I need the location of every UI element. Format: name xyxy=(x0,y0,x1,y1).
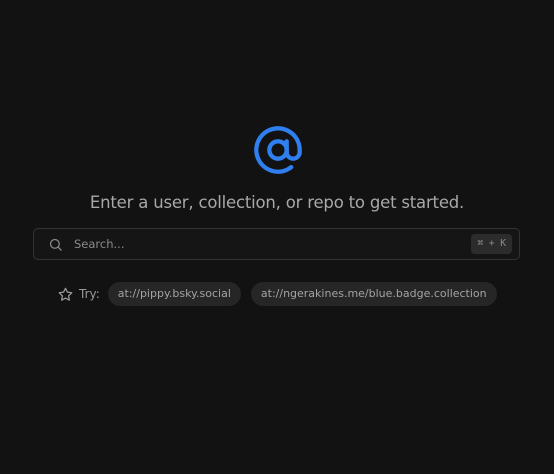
search-icon xyxy=(48,237,63,252)
search-bar[interactable]: ⌘ + K xyxy=(33,228,520,260)
tagline: Enter a user, collection, or repo to get… xyxy=(89,193,465,212)
page: Enter a user, collection, or repo to get… xyxy=(0,0,554,474)
suggestion-chip-pippy[interactable]: at://pippy.bsky.social xyxy=(107,282,241,306)
at-sign-icon xyxy=(252,124,304,176)
try-label: Try: xyxy=(79,287,100,301)
star-icon xyxy=(58,287,73,302)
suggestion-chip-badge-collection[interactable]: at://ngerakines.me/blue.badge.collection xyxy=(250,282,497,306)
search-input[interactable] xyxy=(74,229,464,259)
keyboard-shortcut-badge: ⌘ + K xyxy=(471,234,512,254)
suggestions-row: Try: at://pippy.bsky.social at://ngeraki… xyxy=(58,281,507,307)
